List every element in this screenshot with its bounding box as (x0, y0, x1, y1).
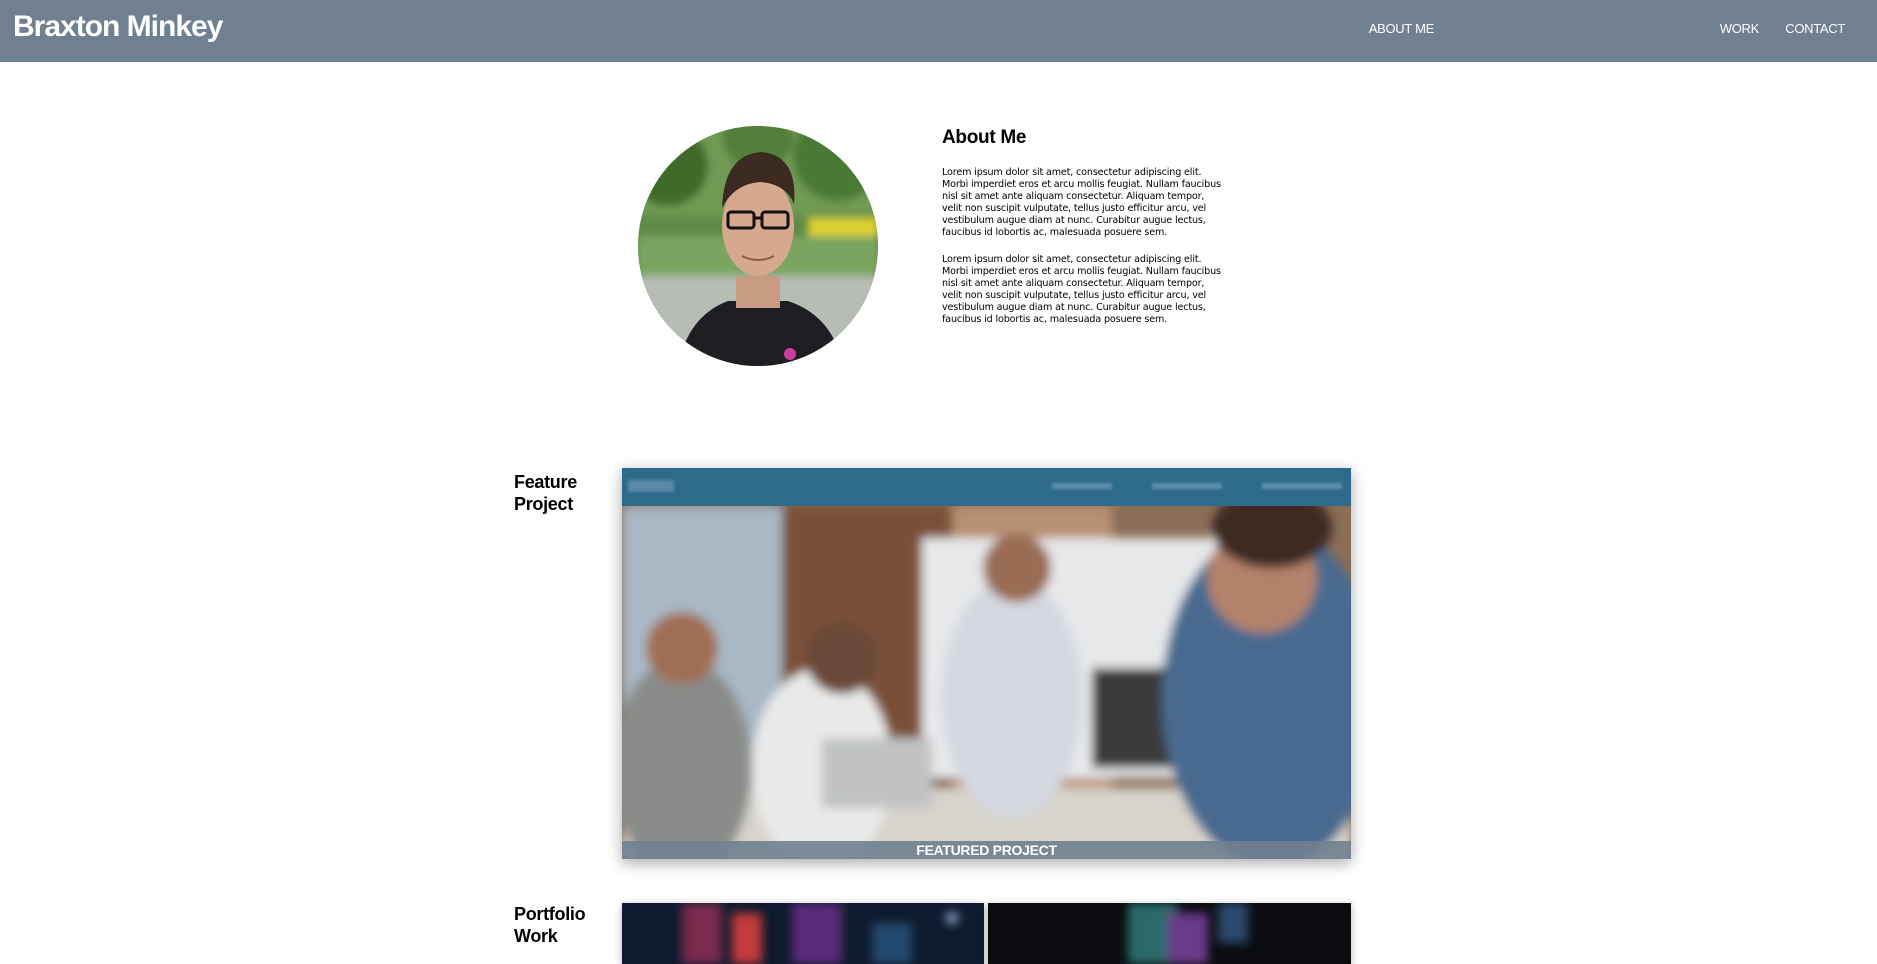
profile-avatar (638, 126, 878, 366)
portfolio-thumbnail-image (622, 903, 984, 964)
portfolio-thumbnail-1[interactable] (622, 903, 984, 964)
site-header: Braxton Minkey ABOUT ME WORK CONTACT (0, 0, 1877, 62)
feature-project-label: Feature Project (514, 472, 577, 514)
about-paragraph-2: Lorem ipsum dolor sit amet, consectetur … (942, 254, 1221, 325)
about-paragraph-1: Lorem ipsum dolor sit amet, consectetur … (942, 167, 1221, 238)
about-heading: About Me (942, 127, 1027, 148)
portfolio-thumbnail-2[interactable] (988, 903, 1351, 964)
featured-project-card[interactable]: FEATURED PROJECT (622, 468, 1351, 859)
portfolio-thumbnail-image (988, 903, 1351, 964)
nav-work[interactable]: WORK (1720, 21, 1760, 36)
site-title[interactable]: Braxton Minkey (13, 10, 223, 44)
portfolio-work-label: Portfolio Work (514, 904, 586, 946)
nav-contact[interactable]: CONTACT (1785, 21, 1845, 36)
nav-about-me[interactable]: ABOUT ME (1369, 21, 1435, 36)
featured-project-caption: FEATURED PROJECT (622, 841, 1351, 859)
featured-project-image (622, 468, 1351, 859)
